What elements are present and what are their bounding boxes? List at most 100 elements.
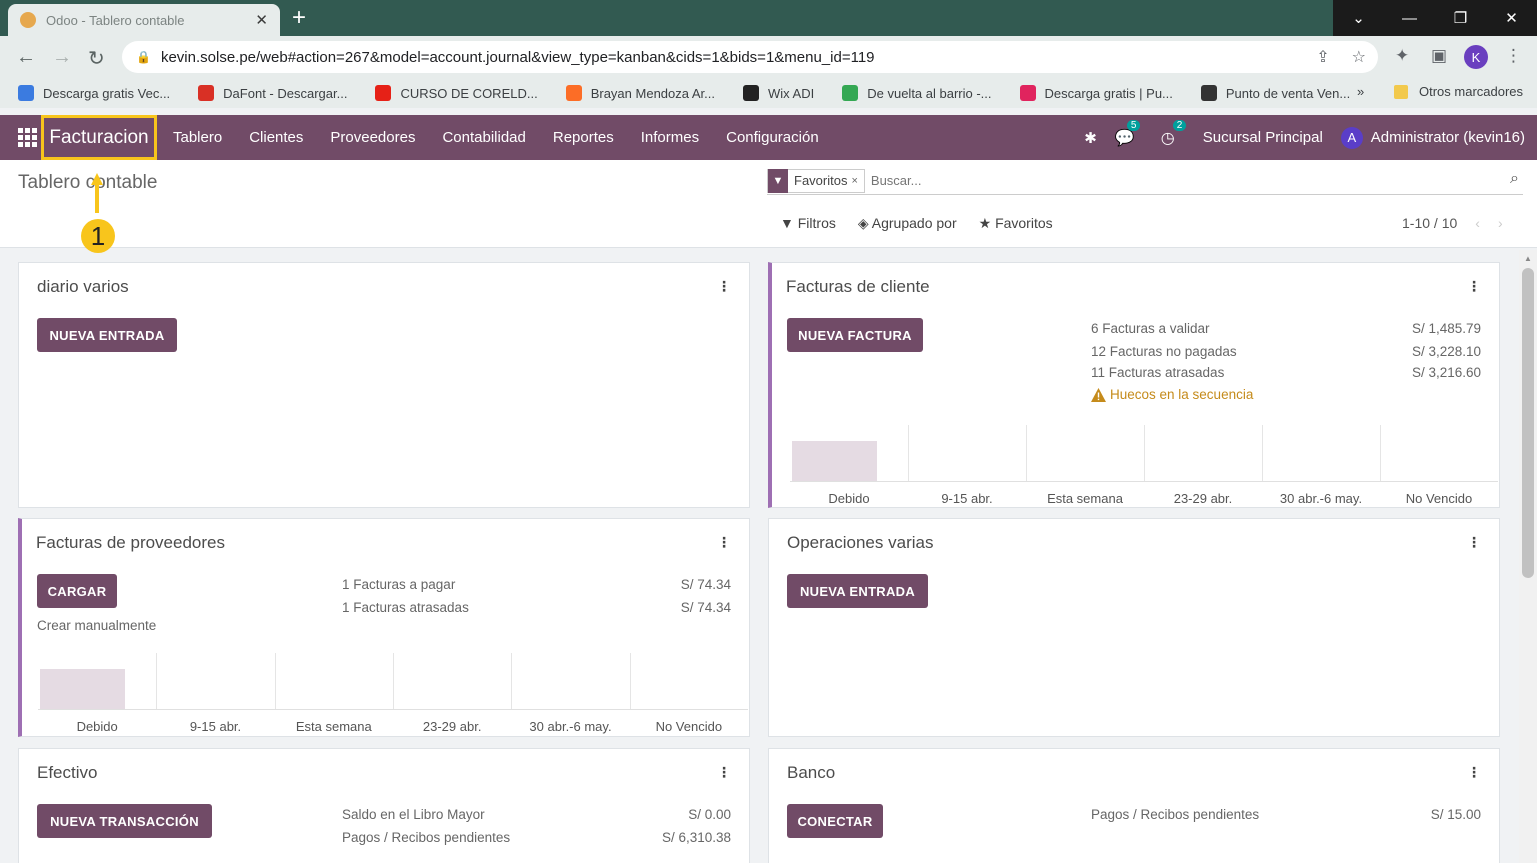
tab-close-icon[interactable]: ✕ — [255, 11, 268, 29]
sequence-gaps-warning[interactable]: Huecos en la secuencia — [1091, 387, 1253, 402]
bookmark-item[interactable]: DaFont - Descargar... — [198, 85, 347, 101]
forward-icon[interactable]: → — [52, 46, 72, 69]
tab-search-icon[interactable]: ⌄ — [1333, 0, 1384, 36]
facet-remove-icon[interactable]: × — [851, 175, 863, 187]
amount-facturas-pagar: S/ 74.34 — [680, 577, 731, 592]
menu-item[interactable]: Proveedores — [330, 129, 415, 146]
menu-item[interactable]: Configuración — [726, 129, 819, 146]
menu-item[interactable]: Informes — [641, 129, 699, 146]
card-title[interactable]: Banco — [787, 763, 835, 783]
bookmark-favicon-icon — [1019, 85, 1036, 101]
back-icon[interactable]: ← — [16, 46, 36, 69]
scrollbar-thumb[interactable] — [1522, 268, 1534, 578]
chart-bar[interactable] — [792, 441, 877, 481]
browser-tab[interactable]: Odoo - Tablero contable ✕ — [8, 4, 280, 36]
breadcrumb: Tablero contable — [18, 172, 158, 193]
warning-label: Huecos en la secuencia — [1110, 387, 1254, 402]
card-title[interactable]: Facturas de proveedores — [36, 533, 225, 553]
chart-bar[interactable] — [40, 669, 126, 709]
lock-icon[interactable]: 🔒 — [136, 50, 151, 64]
card-options-icon[interactable]: ⋮ — [717, 764, 731, 781]
pager-previous-icon[interactable]: ‹ — [1475, 215, 1480, 231]
menu-item[interactable]: Tablero — [173, 129, 222, 146]
stat-facturas-atrasadas[interactable]: 11 Facturas atrasadas — [1091, 365, 1224, 380]
stat-saldo-libro-mayor[interactable]: Saldo en el Libro Mayor — [342, 807, 485, 822]
scroll-up-icon[interactable]: ▲ — [1524, 254, 1532, 263]
card-options-icon[interactable]: ⋮ — [1467, 278, 1481, 295]
menu-item[interactable]: Clientes — [249, 129, 303, 146]
app-menu-grid-icon[interactable] — [18, 127, 38, 148]
card-options-icon[interactable]: ⋮ — [1467, 534, 1481, 551]
conectar-button[interactable]: CONECTAR — [787, 804, 883, 838]
bookmark-label: Wix ADI — [768, 85, 815, 101]
nueva-factura-button[interactable]: NUEVA FACTURA — [787, 318, 923, 352]
nueva-entrada-button[interactable]: NUEVA ENTRADA — [787, 574, 928, 608]
stat-facturas-validar[interactable]: 6 Facturas a validar — [1091, 321, 1210, 336]
bookmark-item[interactable]: Descarga gratis Vec... — [18, 85, 170, 101]
page-scrollbar[interactable]: ▲ — [1519, 250, 1537, 863]
cargar-button[interactable]: CARGAR — [37, 574, 117, 608]
messages-icon[interactable]: 💬 5 — [1115, 119, 1141, 148]
more-bookmarks-icon[interactable]: » — [1357, 84, 1364, 99]
extensions-icon[interactable]: ✦ — [1395, 46, 1409, 66]
stat-facturas-atrasadas[interactable]: 1 Facturas atrasadas — [342, 600, 469, 615]
bookmark-star-icon[interactable]: ☆ — [1352, 47, 1366, 67]
browser-menu-icon[interactable]: ⋮ — [1505, 46, 1522, 66]
menu-item[interactable]: Contabilidad — [442, 129, 525, 146]
chart-category-label: 30 abr.-6 may. — [529, 719, 612, 734]
search-icon[interactable]: ⌕ — [1510, 170, 1519, 188]
minimize-icon[interactable]: — — [1384, 0, 1435, 36]
branch-selector[interactable]: Sucursal Principal — [1203, 129, 1323, 146]
card-options-icon[interactable]: ⋮ — [717, 278, 731, 295]
search-input[interactable] — [870, 173, 1471, 188]
favorites-facet[interactable]: ▼ Favoritos × — [767, 168, 865, 193]
stat-pagos-pendientes[interactable]: Pagos / Recibos pendientes — [342, 830, 510, 845]
bookmark-item[interactable]: CURSO DE CORELD... — [375, 85, 538, 101]
share-icon[interactable]: ⇪ — [1316, 47, 1329, 67]
pager-next-icon[interactable]: › — [1498, 215, 1503, 231]
bookmark-item[interactable]: De vuelta al barrio -... — [842, 85, 992, 101]
bookmark-item[interactable]: Brayan Mendoza Ar... — [565, 85, 715, 101]
stat-facturas-pagar[interactable]: 1 Facturas a pagar — [342, 577, 455, 592]
reload-icon[interactable]: ↻ — [88, 46, 105, 71]
app-brand-facturacion[interactable]: Facturacion — [41, 115, 157, 160]
nueva-entrada-button[interactable]: NUEVA ENTRADA — [37, 318, 177, 352]
pager-value[interactable]: 1-10 / 10 — [1402, 215, 1457, 231]
star-icon: ★ — [978, 215, 996, 231]
crear-manualmente-link[interactable]: Crear manualmente — [37, 618, 156, 633]
nueva-transaccion-button[interactable]: NUEVA TRANSACCIÓN — [37, 804, 212, 838]
stat-facturas-no-pagadas[interactable]: 12 Facturas no pagadas — [1091, 344, 1237, 359]
bookmark-item[interactable]: Punto de venta Ven... — [1200, 85, 1350, 101]
other-bookmarks-folder[interactable]: Otros marcadores — [1394, 84, 1523, 99]
facet-label: Favoritos — [794, 173, 848, 188]
side-panel-icon[interactable]: ▣ — [1431, 46, 1447, 66]
card-title[interactable]: Efectivo — [37, 763, 97, 783]
other-bookmarks-label: Otros marcadores — [1419, 84, 1524, 99]
chart-category-label: No Vencido — [655, 719, 723, 734]
card-title[interactable]: diario varios — [37, 277, 129, 297]
user-menu[interactable]: A Administrator (kevin16) — [1340, 126, 1525, 149]
profile-avatar[interactable]: K — [1464, 45, 1488, 69]
bug-debug-icon[interactable]: ✱ — [1084, 129, 1097, 147]
group-by-dropdown[interactable]: ◈ Agrupado por — [858, 215, 957, 232]
bookmark-item[interactable]: Wix ADI — [743, 85, 814, 101]
card-options-icon[interactable]: ⋮ — [717, 534, 731, 551]
chart-category-label: Esta semana — [295, 719, 372, 734]
address-bar[interactable]: 🔒 kevin.solse.pe/web#action=267&model=ac… — [122, 41, 1378, 73]
favorites-dropdown[interactable]: ★ Favoritos — [979, 215, 1053, 232]
activities-clock-icon[interactable]: ◷ 2 — [1161, 119, 1187, 148]
filters-label: Filtros — [797, 215, 836, 231]
bookmark-item[interactable]: Descarga gratis | Pu... — [1019, 85, 1173, 101]
card-title[interactable]: Facturas de cliente — [786, 277, 930, 297]
tab-title: Odoo - Tablero contable — [46, 12, 185, 28]
new-tab-button[interactable]: + — [292, 5, 306, 31]
restore-icon[interactable]: ❐ — [1435, 0, 1486, 36]
amount-pagos-pendientes: S/ 6,310.38 — [661, 830, 731, 845]
close-window-icon[interactable]: ✕ — [1486, 0, 1537, 36]
filters-dropdown[interactable]: ▼ Filtros — [780, 215, 836, 232]
bookmark-favicon-icon — [842, 85, 859, 101]
card-options-icon[interactable]: ⋮ — [1467, 764, 1481, 781]
menu-item[interactable]: Reportes — [553, 129, 614, 146]
stat-pagos-pendientes[interactable]: Pagos / Recibos pendientes — [1091, 807, 1259, 822]
card-title[interactable]: Operaciones varias — [787, 533, 933, 553]
